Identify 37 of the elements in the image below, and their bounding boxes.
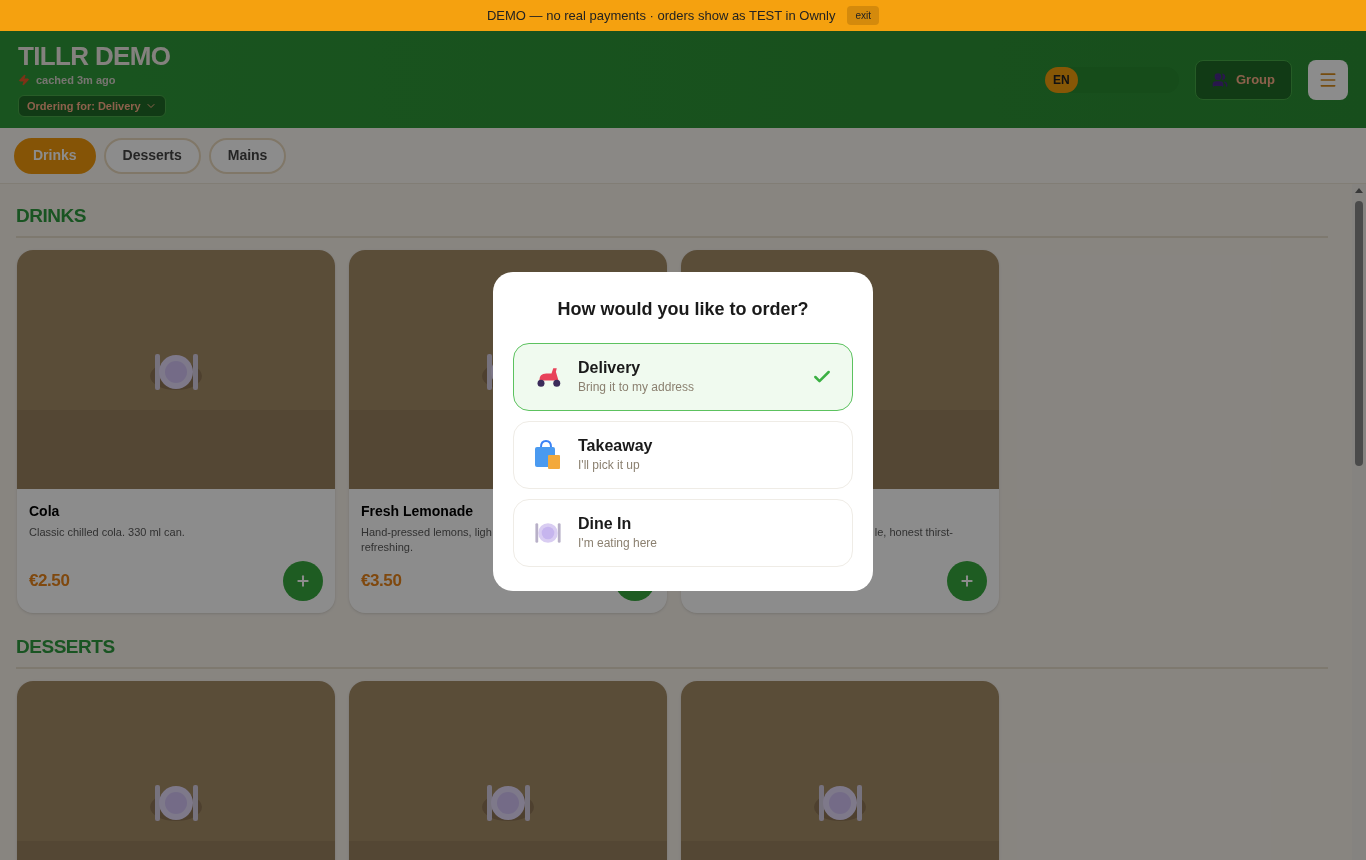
option-hint: I'll pick it up	[578, 457, 641, 474]
order-type-option[interactable]: Takeaway I'll pick it up	[513, 421, 853, 489]
lightning-icon	[18, 74, 30, 87]
item-name: Fresh Lemonade	[361, 502, 475, 521]
shopping-bag-icon	[534, 439, 562, 471]
language-button[interactable]: EN	[1045, 66, 1078, 93]
item-description: Classic chilled cola. 330 ml can.	[29, 525, 185, 540]
add-button[interactable]	[283, 561, 323, 601]
app-title: TILLR DEMO	[18, 42, 171, 70]
order-mode-button[interactable]: Ordering for: Delivery	[18, 94, 166, 117]
category-tab[interactable]: Mains	[208, 137, 287, 174]
item-description: le, honest thirst-	[874, 525, 953, 540]
section-title: DESSERTS	[16, 635, 116, 659]
banner-text: DEMO — no real payments · orders show as TEST in Ownly	[486, 6, 836, 25]
plus-icon	[295, 573, 311, 589]
plus-icon	[959, 573, 975, 589]
option-hint: Bring it to my address	[578, 379, 696, 396]
item-description: refreshing.	[361, 540, 413, 555]
item-price: €3.50	[361, 570, 402, 593]
section-title: DRINKS	[16, 204, 87, 228]
menu-button[interactable]	[1308, 59, 1348, 100]
item-price: €2.50	[29, 570, 70, 593]
option-label: Delivery	[578, 358, 642, 378]
cache-status: cached 3m ago	[36, 73, 116, 88]
item-name: Cola	[29, 502, 61, 521]
order-type-option[interactable]: Dine In I'm eating here	[513, 499, 853, 567]
order-type-option[interactable]: Delivery Bring it to my address	[513, 343, 853, 411]
option-hint: I'm eating here	[578, 535, 658, 552]
option-label: Takeaway	[578, 436, 654, 456]
category-tab[interactable]: Desserts	[103, 137, 201, 174]
exit-button[interactable]: exit	[847, 6, 879, 25]
dialog-title: How would you like to order?	[556, 298, 810, 321]
people-icon	[1212, 71, 1228, 88]
group-button[interactable]: Group	[1195, 59, 1292, 100]
option-label: Dine In	[578, 514, 633, 534]
item-description: Hand-pressed lemons, ligh	[361, 525, 492, 540]
add-button[interactable]	[947, 561, 987, 601]
